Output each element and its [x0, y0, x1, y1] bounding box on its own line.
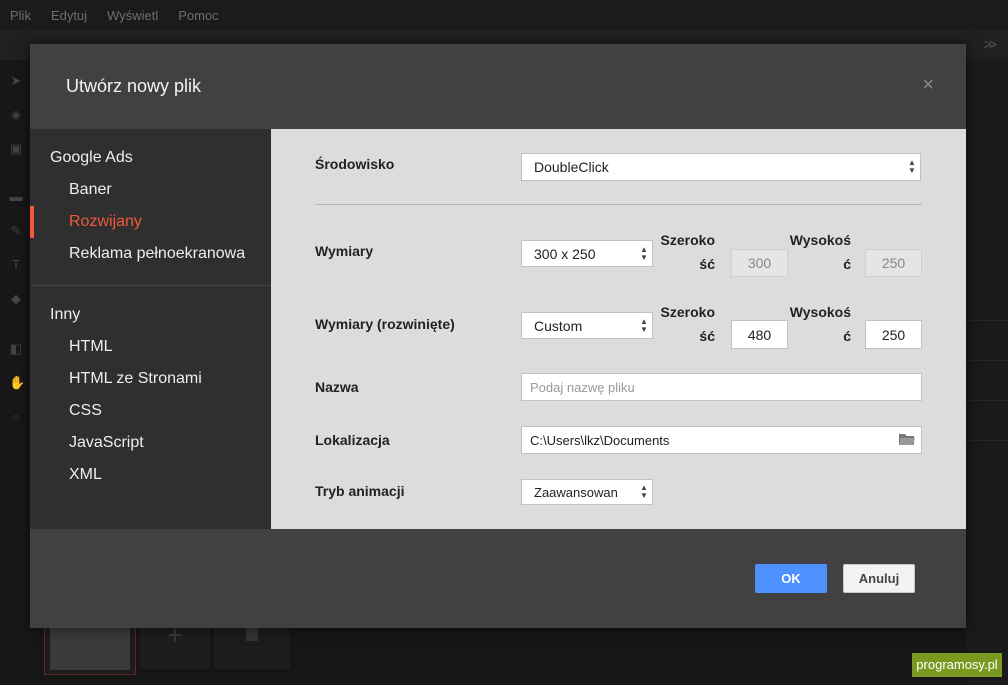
arrow-tool-icon[interactable]: ➤ [9, 74, 23, 88]
page-thumbnail[interactable] [44, 625, 136, 675]
panel-divider [966, 320, 1008, 321]
paint-bucket-icon[interactable]: ◆ [9, 292, 23, 306]
sidebar-item-xml[interactable]: XML [69, 466, 102, 484]
dimensions-label: Wymiary [315, 243, 374, 259]
panel-divider [966, 440, 1008, 441]
folder-icon[interactable] [899, 433, 915, 446]
expanded-width-label: Szeroko ść [657, 303, 715, 345]
active-item-marker [30, 206, 34, 238]
watermark-badge: programosy.pl [912, 653, 1002, 677]
menu-file[interactable]: Plik [10, 8, 31, 23]
sidebar-item-css[interactable]: CSS [69, 402, 102, 420]
spinner-arrows-icon: ▲ ▼ [640, 316, 648, 334]
menu-edit[interactable]: Edytuj [51, 8, 87, 23]
menu-bar: Plik Edytuj Wyświetl Pomoc [0, 0, 1008, 30]
panel-divider [966, 360, 1008, 361]
sidebar-item-html-pages[interactable]: HTML ze Stronami [69, 370, 202, 388]
sidebar-group-google-ads: Google Ads [50, 149, 133, 166]
tools-panel: ➤ ◈ ▣ ▬ ✎ T ◆ ◧ ✋ ⌕ [0, 60, 30, 685]
location-input[interactable]: C:\Users\lkz\Documents [521, 426, 922, 454]
height-label-line2: ć [843, 256, 851, 272]
sidebar-item-interstitial[interactable]: Reklama pełnoekranowa [69, 245, 245, 263]
spinner-arrows-icon: ▲ ▼ [640, 483, 648, 500]
text-tool-icon[interactable]: T [9, 258, 23, 272]
hand-tool-icon[interactable]: ✋ [9, 376, 25, 390]
file-type-sidebar: Google Ads Baner Rozwijany Reklama pełno… [30, 129, 271, 529]
form-divider [315, 204, 922, 205]
page-slot[interactable] [214, 625, 290, 669]
ok-button[interactable]: OK [755, 564, 827, 593]
sidebar-item-html[interactable]: HTML [69, 338, 113, 356]
panel-divider [966, 400, 1008, 401]
sidebar-item-expandable[interactable]: Rozwijany [69, 213, 142, 231]
spinner-arrows-icon: ▲ ▼ [908, 158, 916, 175]
close-icon[interactable]: × [922, 74, 934, 97]
animation-mode-select[interactable]: Zaawansowan ▲ ▼ [521, 479, 653, 505]
expanded-height-label: Wysokoś ć [779, 303, 851, 345]
dimensions-value: 300 x 250 [534, 245, 596, 262]
width-label-line1: Szeroko [660, 232, 715, 248]
height-field-disabled: 250 [865, 249, 922, 277]
expanded-height-label-line2: ć [843, 328, 851, 344]
sidebar-divider [30, 285, 271, 286]
height-label-line1: Wysokoś [789, 232, 851, 248]
zoom-tool-icon[interactable]: ⌕ [9, 410, 23, 424]
animation-mode-label: Tryb animacji [315, 483, 405, 499]
menu-view[interactable]: Wyświetl [107, 8, 158, 23]
thumbnail-preview [50, 628, 130, 670]
expanded-height-input[interactable]: 250 [865, 320, 922, 349]
3d-tool-icon[interactable]: ◧ [9, 342, 23, 356]
expanded-dimensions-select[interactable]: Custom ▲ ▼ [521, 312, 653, 339]
location-label: Lokalizacja [315, 432, 390, 448]
right-panel [966, 60, 1008, 685]
width-label-line2: ść [699, 256, 715, 272]
file-name-input[interactable]: Podaj nazwę pliku [521, 373, 922, 401]
expanded-dimensions-label: Wymiary (rozwinięte) [315, 316, 455, 332]
expanded-width-label-line1: Szeroko [660, 304, 715, 320]
environment-select[interactable]: DoubleClick ▲ ▼ [521, 153, 921, 181]
width-label: Szeroko ść [657, 231, 715, 273]
expanded-height-label-line1: Wysokoś [789, 304, 851, 320]
dimensions-select[interactable]: 300 x 250 ▲ ▼ [521, 240, 653, 267]
environment-value: DoubleClick [534, 159, 609, 175]
sidebar-group-other: Inny [50, 306, 81, 323]
shape-tool-icon[interactable]: ▬ [9, 190, 23, 204]
expanded-width-label-line2: ść [699, 328, 715, 344]
new-file-dialog: Utwórz nowy plik × Google Ads Baner Rozw… [30, 44, 966, 628]
double-chevron-icon[interactable]: >> [984, 36, 997, 52]
sidebar-item-banner[interactable]: Baner [69, 181, 112, 199]
cube-tool-icon[interactable]: ◈ [9, 108, 23, 122]
environment-label: Środowisko [315, 156, 395, 172]
page-slot-icon [246, 627, 258, 641]
location-value: C:\Users\lkz\Documents [530, 432, 670, 448]
add-page-icon[interactable]: + [140, 622, 210, 669]
box-tool-icon[interactable]: ▣ [9, 142, 23, 156]
pen-tool-icon[interactable]: ✎ [9, 224, 23, 238]
name-label: Nazwa [315, 379, 359, 395]
form-panel: Środowisko DoubleClick ▲ ▼ Wymiary 300 x … [271, 129, 966, 529]
spinner-arrows-icon: ▲ ▼ [640, 244, 648, 262]
menu-help[interactable]: Pomoc [178, 8, 218, 23]
animation-mode-value: Zaawansowan [534, 484, 618, 500]
expanded-dimensions-value: Custom [534, 317, 583, 334]
cancel-button[interactable]: Anuluj [843, 564, 915, 593]
sidebar-item-javascript[interactable]: JavaScript [69, 434, 144, 452]
height-label: Wysokoś ć [779, 231, 851, 273]
dialog-title: Utwórz nowy plik [66, 76, 202, 96]
